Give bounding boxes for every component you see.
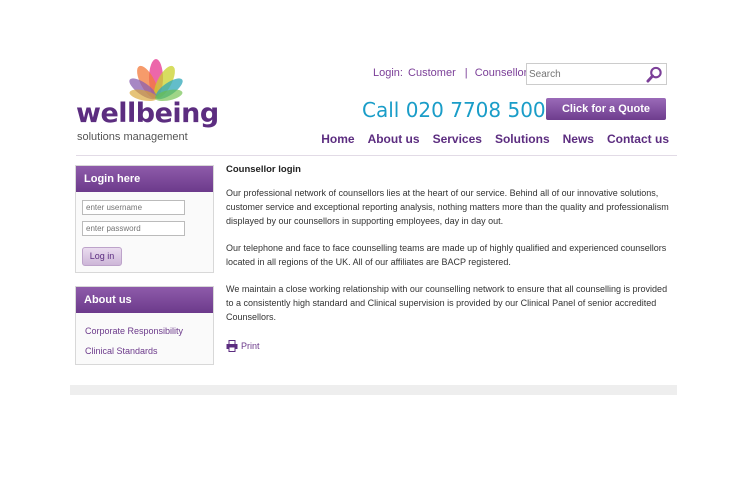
brand-logo[interactable]: wellbeing solutions management: [76, 58, 219, 146]
quote-button[interactable]: Click for a Quote: [546, 98, 666, 120]
phone-number: Call 020 7708 5000: [362, 98, 559, 122]
sidebar-link-clinical-standards[interactable]: Clinical Standards: [76, 341, 213, 361]
login-panel-title: Login here: [76, 166, 213, 192]
page-title: Counsellor login: [226, 164, 301, 175]
content-paragraph: We maintain a close working relationship…: [226, 284, 668, 322]
nav-item-home[interactable]: Home: [321, 132, 354, 146]
main-nav: Home About us Services Solutions News Co…: [321, 132, 669, 146]
content-paragraph: Our telephone and face to face counselli…: [226, 243, 667, 267]
brand-name: wellbeing: [76, 98, 219, 129]
counsellor-login-link[interactable]: Counsellor: [475, 67, 528, 79]
lotus-flower-icon: [129, 59, 183, 101]
nav-item-news[interactable]: News: [563, 132, 594, 146]
nav-item-about-us[interactable]: About us: [368, 132, 420, 146]
brand-tagline: solutions management: [77, 131, 188, 143]
search-box: [526, 63, 667, 85]
print-label: Print: [241, 341, 260, 351]
login-label: Login:: [373, 67, 403, 79]
about-panel-title: About us: [76, 287, 213, 313]
search-icon[interactable]: [646, 66, 663, 83]
printer-icon: [226, 340, 238, 352]
password-field[interactable]: [82, 221, 185, 236]
username-field[interactable]: [82, 200, 185, 215]
nav-item-contact-us[interactable]: Contact us: [607, 132, 669, 146]
print-link[interactable]: Print: [226, 340, 260, 352]
top-links: Login: Customer | Counsellor: [373, 67, 529, 79]
login-button[interactable]: Log in: [82, 247, 122, 266]
login-panel: Login here Log in: [75, 165, 214, 273]
main-content: Counsellor login Our professional networ…: [226, 163, 672, 337]
customer-login-link[interactable]: Customer: [408, 67, 456, 79]
nav-divider: [76, 155, 677, 156]
link-separator: |: [464, 67, 468, 79]
sidebar-link-corporate-responsibility[interactable]: Corporate Responsibility: [76, 321, 213, 341]
content-paragraph: Our professional network of counsellors …: [226, 188, 669, 226]
nav-item-services[interactable]: Services: [433, 132, 482, 146]
about-panel: About us Corporate Responsibility Clinic…: [75, 286, 214, 365]
nav-item-solutions[interactable]: Solutions: [495, 132, 550, 146]
search-input[interactable]: [529, 66, 641, 82]
footer-bar: [70, 385, 677, 395]
